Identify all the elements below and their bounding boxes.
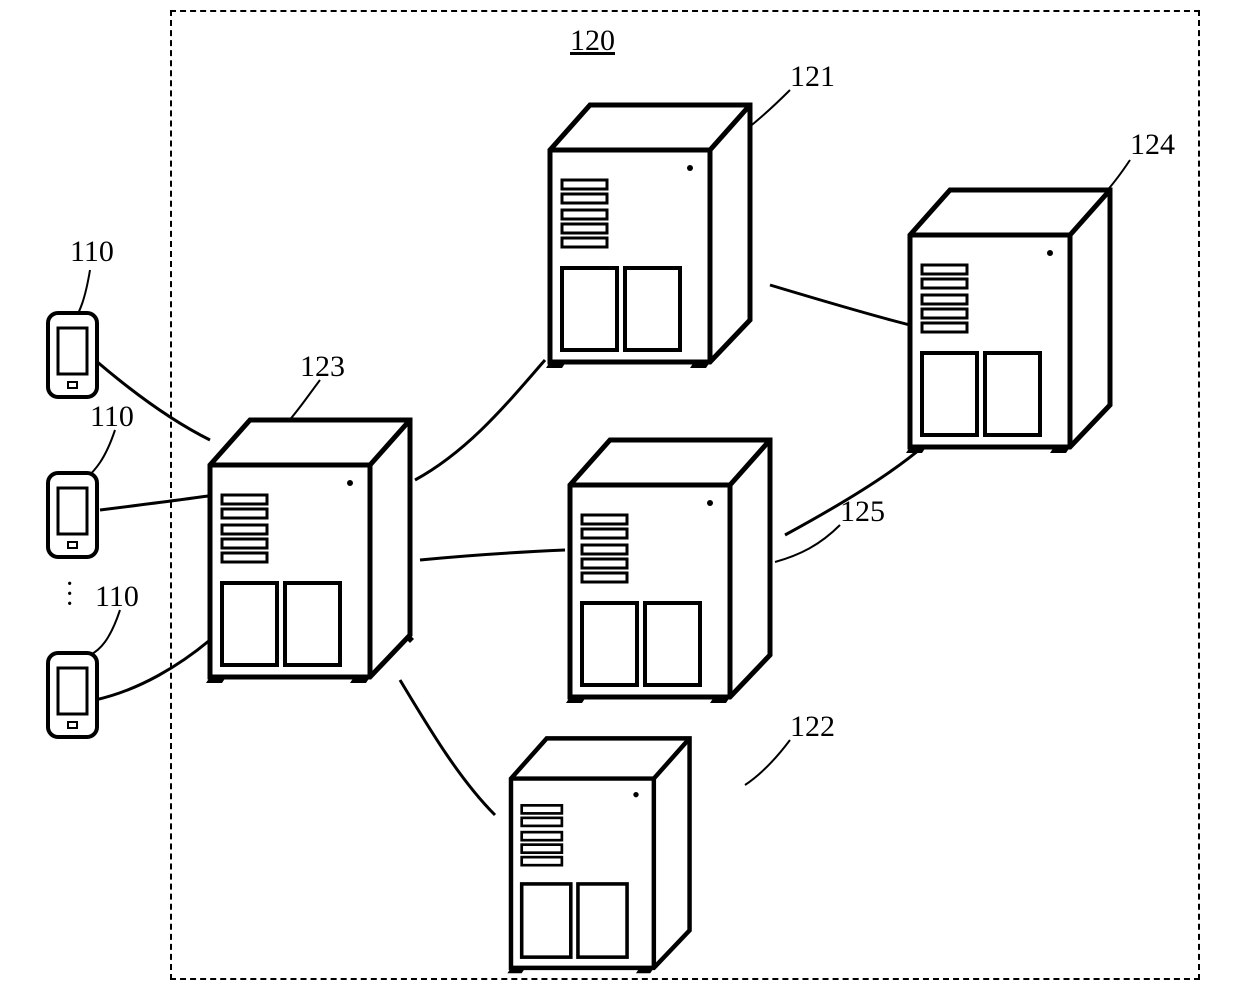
server-123 xyxy=(200,405,425,685)
server-icon xyxy=(490,725,715,975)
boundary-label: 120 xyxy=(570,24,615,58)
server-icon xyxy=(200,405,425,685)
server-121 xyxy=(540,90,765,370)
device-3 xyxy=(45,650,100,740)
device-1 xyxy=(45,310,100,400)
server-icon xyxy=(540,90,765,370)
server-124-label: 124 xyxy=(1130,128,1175,162)
server-icon xyxy=(560,425,785,705)
device-1-label: 110 xyxy=(70,235,114,269)
server-124 xyxy=(900,175,1125,455)
diagram-canvas: 120 110 110 ··· 110 xyxy=(0,0,1240,999)
mobile-icon xyxy=(45,470,100,560)
server-icon xyxy=(900,175,1125,455)
device-3-label: 110 xyxy=(95,580,139,614)
mobile-icon xyxy=(45,650,100,740)
device-2 xyxy=(45,470,100,560)
server-125-label: 125 xyxy=(840,495,885,529)
server-121-label: 121 xyxy=(790,60,835,94)
mobile-icon xyxy=(45,310,100,400)
vertical-dots: ··· xyxy=(65,580,74,610)
server-122 xyxy=(490,725,715,975)
device-2-label: 110 xyxy=(90,400,134,434)
server-125 xyxy=(560,425,785,705)
server-123-label: 123 xyxy=(300,350,345,384)
server-122-label: 122 xyxy=(790,710,835,744)
